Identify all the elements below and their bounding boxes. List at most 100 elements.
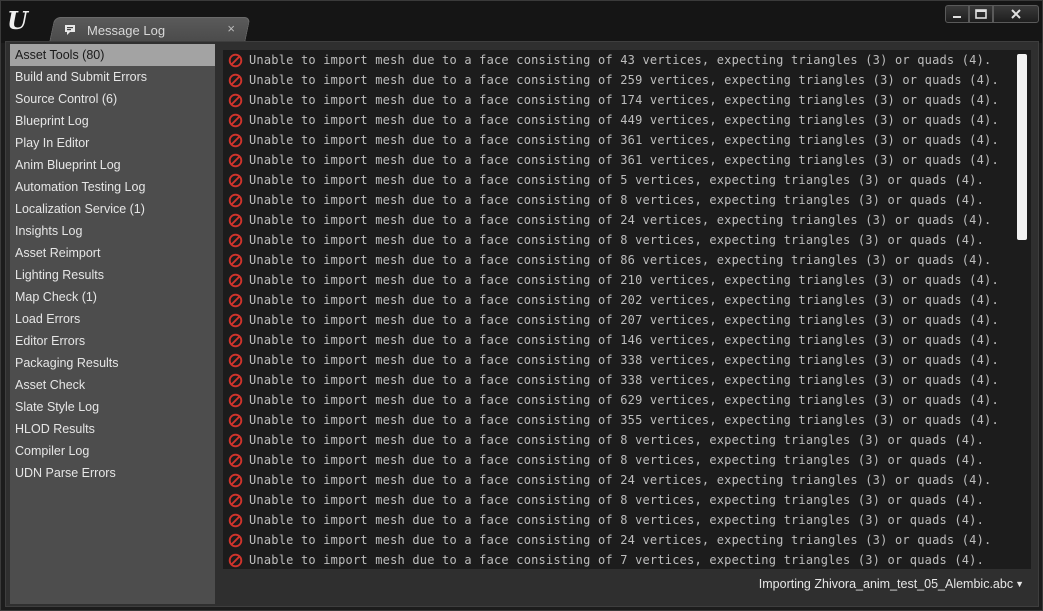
log-row[interactable]: Unable to import mesh due to a face cons… xyxy=(223,270,1031,290)
error-icon xyxy=(228,393,243,407)
log-message-text: Unable to import mesh due to a face cons… xyxy=(249,493,985,507)
log-row[interactable]: Unable to import mesh due to a face cons… xyxy=(223,330,1031,350)
error-icon xyxy=(228,553,243,567)
sidebar-item[interactable]: Editor Errors xyxy=(10,330,215,352)
error-icon xyxy=(228,93,243,107)
error-icon xyxy=(228,313,243,327)
log-row[interactable]: Unable to import mesh due to a face cons… xyxy=(223,370,1031,390)
error-icon xyxy=(228,413,243,427)
chevron-down-icon: ▼ xyxy=(1015,579,1024,589)
error-icon xyxy=(228,53,243,67)
page-selector-label: Importing Zhivora_anim_test_05_Alembic.a… xyxy=(758,577,1014,591)
sidebar-item[interactable]: Source Control (6) xyxy=(10,88,215,110)
sidebar-item[interactable]: Slate Style Log xyxy=(10,396,215,418)
sidebar-item[interactable]: Automation Testing Log xyxy=(10,176,215,198)
log-row[interactable]: Unable to import mesh due to a face cons… xyxy=(223,150,1031,170)
log-row[interactable]: Unable to import mesh due to a face cons… xyxy=(223,70,1031,90)
error-icon xyxy=(228,113,243,127)
sidebar-item[interactable]: Asset Check xyxy=(10,374,215,396)
log-message-list[interactable]: Unable to import mesh due to a face cons… xyxy=(223,50,1031,569)
log-row[interactable]: Unable to import mesh due to a face cons… xyxy=(223,190,1031,210)
page-selector-dropdown[interactable]: Importing Zhivora_anim_test_05_Alembic.a… xyxy=(759,577,1024,591)
minimize-button[interactable] xyxy=(945,5,969,23)
log-message-text: Unable to import mesh due to a face cons… xyxy=(249,333,999,347)
error-icon xyxy=(228,353,243,367)
sidebar-item[interactable]: Insights Log xyxy=(10,220,215,242)
log-scrollbar[interactable] xyxy=(1017,52,1027,571)
sidebar-item[interactable]: Anim Blueprint Log xyxy=(10,154,215,176)
log-message-text: Unable to import mesh due to a face cons… xyxy=(249,193,985,207)
sidebar-item[interactable]: UDN Parse Errors xyxy=(10,462,215,484)
sidebar-item[interactable]: Localization Service (1) xyxy=(10,198,215,220)
close-button[interactable] xyxy=(993,5,1039,23)
tab-message-log[interactable]: Message Log × xyxy=(59,17,245,43)
log-message-text: Unable to import mesh due to a face cons… xyxy=(249,433,985,447)
maximize-icon xyxy=(975,9,987,19)
log-row[interactable]: Unable to import mesh due to a face cons… xyxy=(223,350,1031,370)
sidebar-item[interactable]: Play In Editor xyxy=(10,132,215,154)
minimize-icon xyxy=(953,16,961,18)
sidebar-item[interactable]: Load Errors xyxy=(10,308,215,330)
message-log-icon xyxy=(63,23,77,37)
sidebar-item[interactable]: HLOD Results xyxy=(10,418,215,440)
log-row[interactable]: Unable to import mesh due to a face cons… xyxy=(223,470,1031,490)
scrollbar-thumb[interactable] xyxy=(1017,54,1027,240)
log-row[interactable]: Unable to import mesh due to a face cons… xyxy=(223,210,1031,230)
sidebar-item[interactable]: Packaging Results xyxy=(10,352,215,374)
sidebar-item[interactable]: Asset Reimport xyxy=(10,242,215,264)
log-row[interactable]: Unable to import mesh due to a face cons… xyxy=(223,230,1031,250)
unreal-engine-logo-icon: U xyxy=(7,6,28,35)
log-message-text: Unable to import mesh due to a face cons… xyxy=(249,513,985,527)
sidebar-item[interactable]: Asset Tools (80) xyxy=(10,44,215,66)
log-row[interactable]: Unable to import mesh due to a face cons… xyxy=(223,250,1031,270)
log-row[interactable]: Unable to import mesh due to a face cons… xyxy=(223,450,1031,470)
error-icon xyxy=(228,193,243,207)
log-message-text: Unable to import mesh due to a face cons… xyxy=(249,233,985,247)
title-bar[interactable]: U Message Log × xyxy=(1,1,1042,43)
maximize-button[interactable] xyxy=(969,5,993,23)
error-icon xyxy=(228,213,243,227)
log-row[interactable]: Unable to import mesh due to a face cons… xyxy=(223,410,1031,430)
log-message-text: Unable to import mesh due to a face cons… xyxy=(249,113,999,127)
sidebar-item[interactable]: Build and Submit Errors xyxy=(10,66,215,88)
sidebar-item[interactable]: Map Check (1) xyxy=(10,286,215,308)
log-row[interactable]: Unable to import mesh due to a face cons… xyxy=(223,130,1031,150)
log-row[interactable]: Unable to import mesh due to a face cons… xyxy=(223,430,1031,450)
log-row[interactable]: Unable to import mesh due to a face cons… xyxy=(223,170,1031,190)
log-row[interactable]: Unable to import mesh due to a face cons… xyxy=(223,310,1031,330)
error-icon xyxy=(228,493,243,507)
log-row[interactable]: Unable to import mesh due to a face cons… xyxy=(223,110,1031,130)
tab-label: Message Log xyxy=(87,22,166,38)
log-message-text: Unable to import mesh due to a face cons… xyxy=(249,293,999,307)
log-row[interactable]: Unable to import mesh due to a face cons… xyxy=(223,490,1031,510)
log-row[interactable]: Unable to import mesh due to a face cons… xyxy=(223,390,1031,410)
log-row[interactable]: Unable to import mesh due to a face cons… xyxy=(223,510,1031,530)
log-message-text: Unable to import mesh due to a face cons… xyxy=(249,273,999,287)
log-row[interactable]: Unable to import mesh due to a face cons… xyxy=(223,530,1031,550)
log-message-text: Unable to import mesh due to a face cons… xyxy=(249,173,985,187)
error-icon xyxy=(228,133,243,147)
log-row[interactable]: Unable to import mesh due to a face cons… xyxy=(223,50,1031,70)
window-controls xyxy=(945,5,1039,23)
sidebar-item[interactable]: Compiler Log xyxy=(10,440,215,462)
tab-close-icon[interactable]: × xyxy=(227,22,235,36)
error-icon xyxy=(228,273,243,287)
sidebar-item[interactable]: Blueprint Log xyxy=(10,110,215,132)
sidebar-item[interactable]: Lighting Results xyxy=(10,264,215,286)
log-message-text: Unable to import mesh due to a face cons… xyxy=(249,93,999,107)
error-icon xyxy=(228,433,243,447)
error-icon xyxy=(228,473,243,487)
log-message-text: Unable to import mesh due to a face cons… xyxy=(249,553,985,567)
log-row[interactable]: Unable to import mesh due to a face cons… xyxy=(223,290,1031,310)
error-icon xyxy=(228,333,243,347)
error-icon xyxy=(228,453,243,467)
log-message-text: Unable to import mesh due to a face cons… xyxy=(249,393,999,407)
log-message-text: Unable to import mesh due to a face cons… xyxy=(249,253,992,267)
error-icon xyxy=(228,533,243,547)
log-row[interactable]: Unable to import mesh due to a face cons… xyxy=(223,90,1031,110)
log-row[interactable]: Unable to import mesh due to a face cons… xyxy=(223,550,1031,569)
error-icon xyxy=(228,513,243,527)
error-icon xyxy=(228,233,243,247)
error-icon xyxy=(228,173,243,187)
message-log-body: Asset Tools (80) Build and Submit Errors S… xyxy=(5,41,1039,607)
